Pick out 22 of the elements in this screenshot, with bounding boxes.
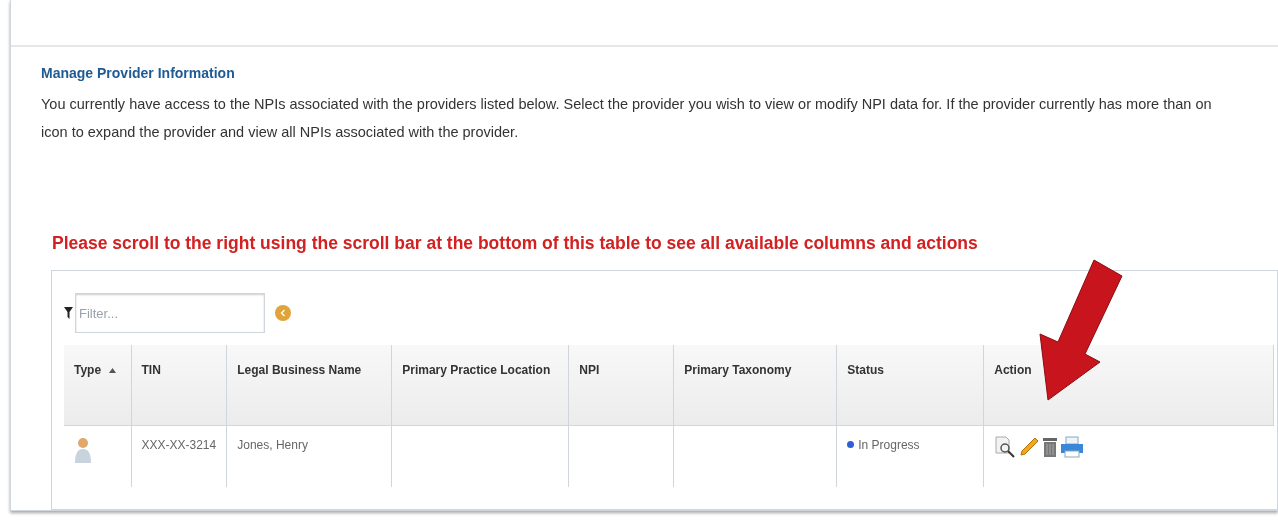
table-cell: XXX-XX-3214 bbox=[141, 437, 217, 452]
column-header[interactable]: Status bbox=[836, 345, 984, 425]
pencil-icon[interactable] bbox=[1018, 435, 1041, 458]
trash-icon[interactable] bbox=[1042, 435, 1059, 458]
column-header[interactable]: Legal Business Name bbox=[226, 345, 392, 425]
filter-field[interactable]: Filter... bbox=[75, 293, 265, 333]
column-header[interactable]: NPI bbox=[568, 345, 674, 425]
table-cell: Jones, Henry bbox=[237, 437, 308, 452]
column-header[interactable]: Primary Taxonomy bbox=[673, 345, 837, 425]
filter-icon bbox=[64, 307, 73, 319]
printer-icon[interactable] bbox=[1060, 435, 1085, 458]
status-text: In Progress bbox=[858, 436, 920, 454]
column-header[interactable]: Primary Practice Location bbox=[391, 345, 569, 425]
description-text: You currently have access to the NPIs associated with the providers listed below. Select the provider you wish to view or modify NPI data for. If the provider currently has more than on bbox=[41, 95, 1212, 115]
column-header[interactable]: TIN bbox=[131, 345, 227, 425]
section-heading: Manage Provider Information bbox=[41, 64, 235, 84]
description-text: icon to expand the provider and view all NPIs associated with the provider. bbox=[41, 123, 519, 142]
column-header[interactable]: Type bbox=[64, 345, 131, 425]
scroll-notice: Please scroll to the right using the scroll bar at the bottom of this table to see all available columns and actions bbox=[52, 231, 978, 255]
person-icon bbox=[74, 435, 92, 464]
magnifier-document-icon[interactable] bbox=[994, 435, 1017, 458]
clear-icon[interactable] bbox=[275, 305, 291, 321]
